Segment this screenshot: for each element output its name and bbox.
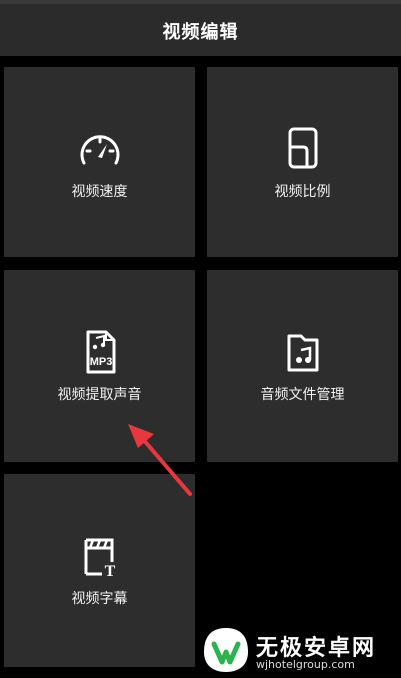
subtitle-clapper-icon: T bbox=[84, 538, 115, 578]
header-bar: 视频编辑 bbox=[0, 0, 401, 56]
watermark-url: wjhotelgroup.com bbox=[256, 658, 355, 671]
status-bar bbox=[0, 0, 401, 4]
tile-label: 视频提取声音 bbox=[57, 387, 142, 403]
tile-audio-file-manager[interactable]: 音频文件管理 bbox=[207, 270, 398, 462]
tile-label: 视频字幕 bbox=[71, 591, 128, 607]
tile-video-ratio[interactable]: 视频比例 bbox=[207, 67, 398, 257]
annotation-arrow-icon bbox=[128, 424, 192, 496]
mp3-text: MP3 bbox=[89, 356, 112, 368]
speedometer-icon bbox=[80, 135, 119, 165]
tile-video-speed[interactable]: 视频速度 bbox=[4, 67, 195, 257]
tile-label: 视频比例 bbox=[274, 184, 331, 200]
mp3-file-icon: MP3 bbox=[86, 330, 115, 374]
tile-video-subtitles[interactable]: T 视频字幕 bbox=[4, 474, 195, 667]
page-title: 视频编辑 bbox=[162, 22, 239, 43]
tile-label: 音频文件管理 bbox=[260, 387, 345, 403]
subtitle-text: T bbox=[104, 563, 115, 578]
tile-label: 视频速度 bbox=[71, 184, 128, 200]
music-folder-icon bbox=[287, 334, 318, 372]
watermark: 无极安卓网 wjhotelgroup.com bbox=[200, 622, 398, 676]
aspect-ratio-icon bbox=[288, 127, 317, 169]
watermark-logo-icon bbox=[204, 628, 248, 672]
